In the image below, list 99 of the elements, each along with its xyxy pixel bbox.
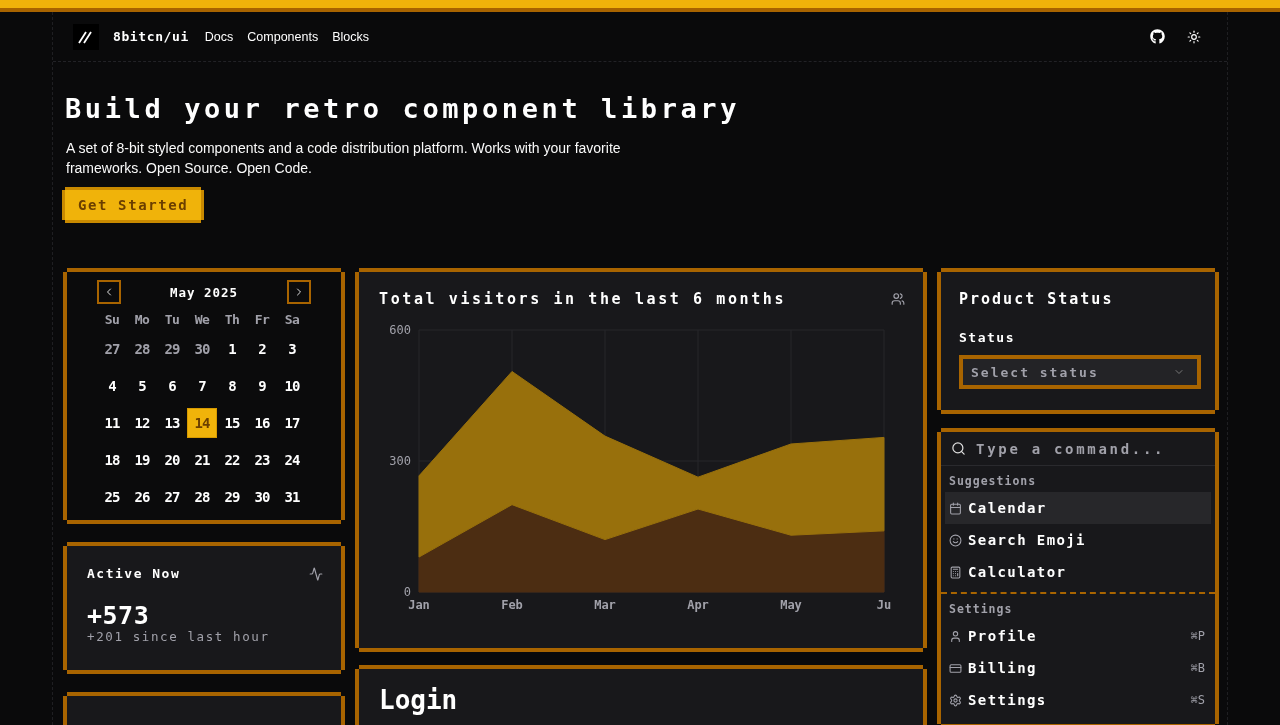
calendar-day[interactable]: 18 — [97, 444, 127, 475]
calendar-day[interactable]: 5 — [127, 370, 157, 401]
item-label: Calendar — [968, 500, 1047, 516]
axis-tick-label: Jan — [408, 598, 430, 612]
chart-title: Total visitors in the last 6 months — [379, 290, 787, 308]
github-icon[interactable] — [1150, 29, 1165, 44]
login-title: Login — [378, 684, 459, 715]
calendar-day[interactable]: 15 — [217, 407, 247, 438]
calendar-day[interactable]: 7 — [187, 370, 217, 401]
weekday-label: Sa — [283, 310, 301, 329]
axis-tick-label: Ju — [876, 598, 892, 612]
axis-tick-label: Apr — [687, 598, 709, 612]
calendar-day[interactable]: 3 — [277, 333, 307, 364]
activity-icon — [309, 566, 323, 581]
shortcut-hint: ⌘P — [1190, 629, 1205, 643]
command-item[interactable]: Search Emoji — [945, 524, 1211, 556]
calendar-icon — [949, 501, 962, 515]
hero-description: A set of 8-bit styled components and a code distribution platform. Works with your favorite frameworks. Open Source. Open Code. — [66, 139, 622, 178]
calendar-day[interactable]: 29 — [217, 481, 247, 512]
command-item[interactable]: Settings ⌘S — [945, 684, 1211, 716]
weekday-label: We — [193, 310, 211, 329]
calendar-day[interactable]: 10 — [277, 370, 307, 401]
item-label: Calculator — [968, 564, 1067, 580]
item-label: Profile — [968, 628, 1037, 644]
item-label: Billing — [968, 660, 1037, 676]
command-input[interactable]: Type a command... — [974, 439, 1205, 458]
weekday-label: Th — [223, 310, 241, 329]
calendar-day[interactable]: 2 — [247, 333, 277, 364]
calendar-day[interactable]: 28 — [187, 481, 217, 512]
calendar-day[interactable]: 21 — [187, 444, 217, 475]
nav-link[interactable]: Blocks — [332, 29, 370, 44]
card-title: Active Now — [87, 566, 181, 581]
calendar-day[interactable]: 16 — [247, 407, 277, 438]
command-item[interactable]: Calendar — [945, 492, 1211, 524]
item-label: Settings — [968, 692, 1047, 708]
get-started-button[interactable]: Get Started — [65, 190, 202, 220]
smile-icon — [949, 533, 962, 547]
command-item[interactable]: Calculator — [945, 556, 1211, 588]
calendar-day[interactable]: 20 — [157, 444, 187, 475]
calendar-day[interactable]: 12 — [127, 407, 157, 438]
gear-icon — [949, 693, 962, 707]
calendar-day[interactable]: 6 — [157, 370, 187, 401]
previous-month-button[interactable] — [97, 280, 121, 304]
site-logo[interactable]: 8bitcn/ui — [113, 29, 189, 44]
calendar-day[interactable]: 17 — [277, 407, 307, 438]
logo-icon[interactable] — [73, 23, 99, 50]
calendar-day[interactable]: 14 — [187, 407, 217, 438]
calendar-day[interactable]: 24 — [277, 444, 307, 475]
calendar-day[interactable]: 28 — [127, 333, 157, 364]
command-item[interactable]: Profile ⌘P — [945, 620, 1211, 652]
item-label: Search Emoji — [968, 532, 1086, 548]
shortcut-hint: ⌘S — [1190, 693, 1205, 707]
calendar-day[interactable]: 8 — [217, 370, 247, 401]
shortcut-hint: ⌘B — [1190, 661, 1205, 675]
next-month-button[interactable] — [287, 280, 311, 304]
calendar-day[interactable]: 25 — [97, 481, 127, 512]
axis-tick-label: Feb — [501, 598, 523, 612]
group-heading: Settings — [948, 601, 1014, 618]
sun-icon[interactable] — [1187, 29, 1201, 44]
axis-tick-label: Mar — [594, 598, 616, 612]
axis-tick-label: 600 — [389, 323, 411, 337]
calendar-day[interactable]: 9 — [247, 370, 277, 401]
nav-link[interactable]: Components — [247, 29, 319, 44]
calendar-day[interactable]: 29 — [157, 333, 187, 364]
calendar-day[interactable]: 30 — [247, 481, 277, 512]
hero-title: Build your retro component library — [65, 92, 742, 126]
group-heading: Suggestions — [948, 473, 1038, 490]
calendar-day[interactable]: 19 — [127, 444, 157, 475]
weekday-label: Su — [103, 310, 121, 329]
calculator-icon — [949, 565, 962, 579]
axis-tick-label: May — [780, 598, 802, 612]
nav-link[interactable]: Docs — [204, 29, 234, 44]
search-icon — [951, 441, 966, 456]
calendar-day[interactable]: 27 — [97, 333, 127, 364]
field-label: Status — [958, 329, 1016, 345]
active-count: +573 — [86, 600, 151, 629]
calendar-day[interactable]: 13 — [157, 407, 187, 438]
status-select[interactable]: Select status — [959, 355, 1201, 389]
month-title: May 2025 — [169, 284, 239, 300]
calendar-day[interactable]: 1 — [217, 333, 247, 364]
person-icon — [949, 629, 962, 643]
calendar-day[interactable]: 26 — [127, 481, 157, 512]
calendar-day[interactable]: 30 — [187, 333, 217, 364]
weekday-label: Mo — [133, 310, 151, 329]
axis-tick-label: 0 — [403, 585, 411, 599]
calendar-day[interactable]: 27 — [157, 481, 187, 512]
card-title: Product Status — [959, 290, 1114, 308]
count-note: +201 since last hour — [86, 629, 271, 644]
card-icon — [949, 661, 962, 675]
calendar-day[interactable]: 11 — [97, 407, 127, 438]
weekday-label: Fr — [253, 310, 271, 329]
calendar-day[interactable]: 22 — [217, 444, 247, 475]
weekday-label: Tu — [163, 310, 181, 329]
calendar-day[interactable]: 23 — [247, 444, 277, 475]
users-icon — [891, 292, 905, 306]
axis-tick-label: 300 — [389, 454, 411, 468]
command-item[interactable]: Billing ⌘B — [945, 652, 1211, 684]
calendar-day[interactable]: 4 — [97, 370, 127, 401]
calendar-day[interactable]: 31 — [277, 481, 307, 512]
